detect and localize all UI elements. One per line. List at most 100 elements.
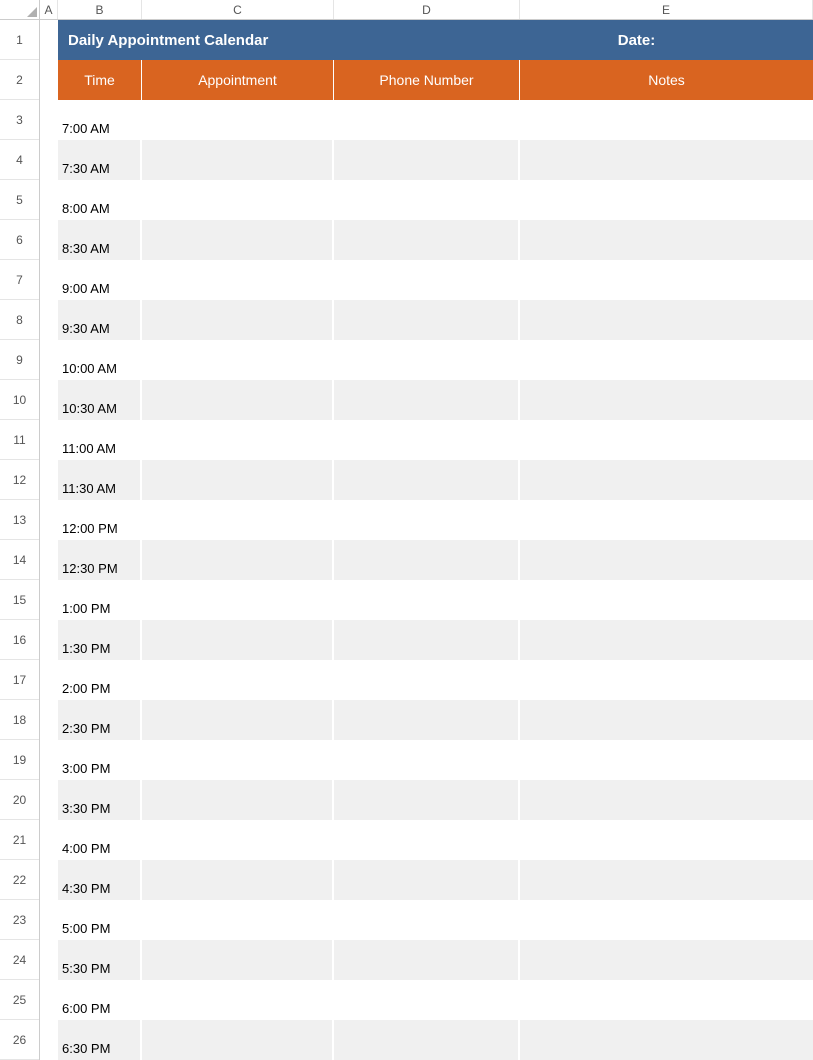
row-number[interactable]: 11 xyxy=(0,420,39,460)
row-number[interactable]: 17 xyxy=(0,660,39,700)
row-number[interactable]: 21 xyxy=(0,820,39,860)
time-cell[interactable]: 2:30 PM xyxy=(58,700,142,740)
notes-cell[interactable] xyxy=(520,380,813,420)
phone-cell[interactable] xyxy=(334,660,520,700)
time-cell[interactable]: 11:30 AM xyxy=(58,460,142,500)
row-number[interactable]: 9 xyxy=(0,340,39,380)
appointment-cell[interactable] xyxy=(142,580,334,620)
appointment-cell[interactable] xyxy=(142,780,334,820)
phone-cell[interactable] xyxy=(334,980,520,1020)
appointment-cell[interactable] xyxy=(142,220,334,260)
row-number[interactable]: 18 xyxy=(0,700,39,740)
notes-cell[interactable] xyxy=(520,260,813,300)
notes-cell[interactable] xyxy=(520,140,813,180)
row-number[interactable]: 14 xyxy=(0,540,39,580)
time-cell[interactable]: 3:30 PM xyxy=(58,780,142,820)
time-cell[interactable]: 11:00 AM xyxy=(58,420,142,460)
time-cell[interactable]: 10:30 AM xyxy=(58,380,142,420)
notes-cell[interactable] xyxy=(520,180,813,220)
appointment-cell[interactable] xyxy=(142,860,334,900)
row-number[interactable]: 8 xyxy=(0,300,39,340)
notes-cell[interactable] xyxy=(520,220,813,260)
notes-cell[interactable] xyxy=(520,780,813,820)
appointment-cell[interactable] xyxy=(142,900,334,940)
notes-cell[interactable] xyxy=(520,660,813,700)
row-number[interactable]: 2 xyxy=(0,60,39,100)
time-cell[interactable]: 12:00 PM xyxy=(58,500,142,540)
time-cell[interactable]: 7:00 AM xyxy=(58,100,142,140)
time-cell[interactable]: 2:00 PM xyxy=(58,660,142,700)
phone-cell[interactable] xyxy=(334,580,520,620)
header-time[interactable]: Time xyxy=(58,60,142,100)
time-cell[interactable]: 4:30 PM xyxy=(58,860,142,900)
phone-cell[interactable] xyxy=(334,820,520,860)
appointment-cell[interactable] xyxy=(142,180,334,220)
row-number[interactable]: 3 xyxy=(0,100,39,140)
header-appointment[interactable]: Appointment xyxy=(142,60,334,100)
notes-cell[interactable] xyxy=(520,900,813,940)
time-cell[interactable]: 6:30 PM xyxy=(58,1020,142,1060)
notes-cell[interactable] xyxy=(520,500,813,540)
phone-cell[interactable] xyxy=(334,620,520,660)
time-cell[interactable]: 5:30 PM xyxy=(58,940,142,980)
header-phone[interactable]: Phone Number xyxy=(334,60,520,100)
appointment-cell[interactable] xyxy=(142,100,334,140)
appointment-cell[interactable] xyxy=(142,500,334,540)
row-number[interactable]: 13 xyxy=(0,500,39,540)
row-number[interactable]: 24 xyxy=(0,940,39,980)
column-header-A[interactable]: A xyxy=(40,0,58,19)
notes-cell[interactable] xyxy=(520,1020,813,1060)
phone-cell[interactable] xyxy=(334,1020,520,1060)
time-cell[interactable]: 8:30 AM xyxy=(58,220,142,260)
row-number[interactable]: 25 xyxy=(0,980,39,1020)
appointment-cell[interactable] xyxy=(142,820,334,860)
row-number[interactable]: 12 xyxy=(0,460,39,500)
notes-cell[interactable] xyxy=(520,980,813,1020)
row-number[interactable]: 4 xyxy=(0,140,39,180)
time-cell[interactable]: 9:00 AM xyxy=(58,260,142,300)
appointment-cell[interactable] xyxy=(142,740,334,780)
notes-cell[interactable] xyxy=(520,940,813,980)
notes-cell[interactable] xyxy=(520,860,813,900)
notes-cell[interactable] xyxy=(520,620,813,660)
phone-cell[interactable] xyxy=(334,460,520,500)
phone-cell[interactable] xyxy=(334,420,520,460)
row-number[interactable]: 7 xyxy=(0,260,39,300)
title-row[interactable]: Daily Appointment Calendar Date: xyxy=(58,20,813,60)
time-cell[interactable]: 12:30 PM xyxy=(58,540,142,580)
phone-cell[interactable] xyxy=(334,900,520,940)
column-header-E[interactable]: E xyxy=(520,0,813,19)
appointment-cell[interactable] xyxy=(142,660,334,700)
appointment-cell[interactable] xyxy=(142,1020,334,1060)
phone-cell[interactable] xyxy=(334,100,520,140)
appointment-cell[interactable] xyxy=(142,700,334,740)
column-header-D[interactable]: D xyxy=(334,0,520,19)
phone-cell[interactable] xyxy=(334,140,520,180)
notes-cell[interactable] xyxy=(520,700,813,740)
phone-cell[interactable] xyxy=(334,220,520,260)
time-cell[interactable]: 7:30 AM xyxy=(58,140,142,180)
appointment-cell[interactable] xyxy=(142,260,334,300)
row-number[interactable]: 23 xyxy=(0,900,39,940)
phone-cell[interactable] xyxy=(334,940,520,980)
row-number[interactable]: 15 xyxy=(0,580,39,620)
appointment-cell[interactable] xyxy=(142,340,334,380)
notes-cell[interactable] xyxy=(520,540,813,580)
row-number[interactable]: 10 xyxy=(0,380,39,420)
appointment-cell[interactable] xyxy=(142,460,334,500)
phone-cell[interactable] xyxy=(334,340,520,380)
time-cell[interactable]: 3:00 PM xyxy=(58,740,142,780)
row-number[interactable]: 6 xyxy=(0,220,39,260)
phone-cell[interactable] xyxy=(334,180,520,220)
phone-cell[interactable] xyxy=(334,740,520,780)
notes-cell[interactable] xyxy=(520,420,813,460)
time-cell[interactable]: 6:00 PM xyxy=(58,980,142,1020)
time-cell[interactable]: 1:00 PM xyxy=(58,580,142,620)
row-number[interactable]: 19 xyxy=(0,740,39,780)
column-header-B[interactable]: B xyxy=(58,0,142,19)
row-number[interactable]: 26 xyxy=(0,1020,39,1060)
notes-cell[interactable] xyxy=(520,580,813,620)
notes-cell[interactable] xyxy=(520,820,813,860)
appointment-cell[interactable] xyxy=(142,420,334,460)
time-cell[interactable]: 5:00 PM xyxy=(58,900,142,940)
